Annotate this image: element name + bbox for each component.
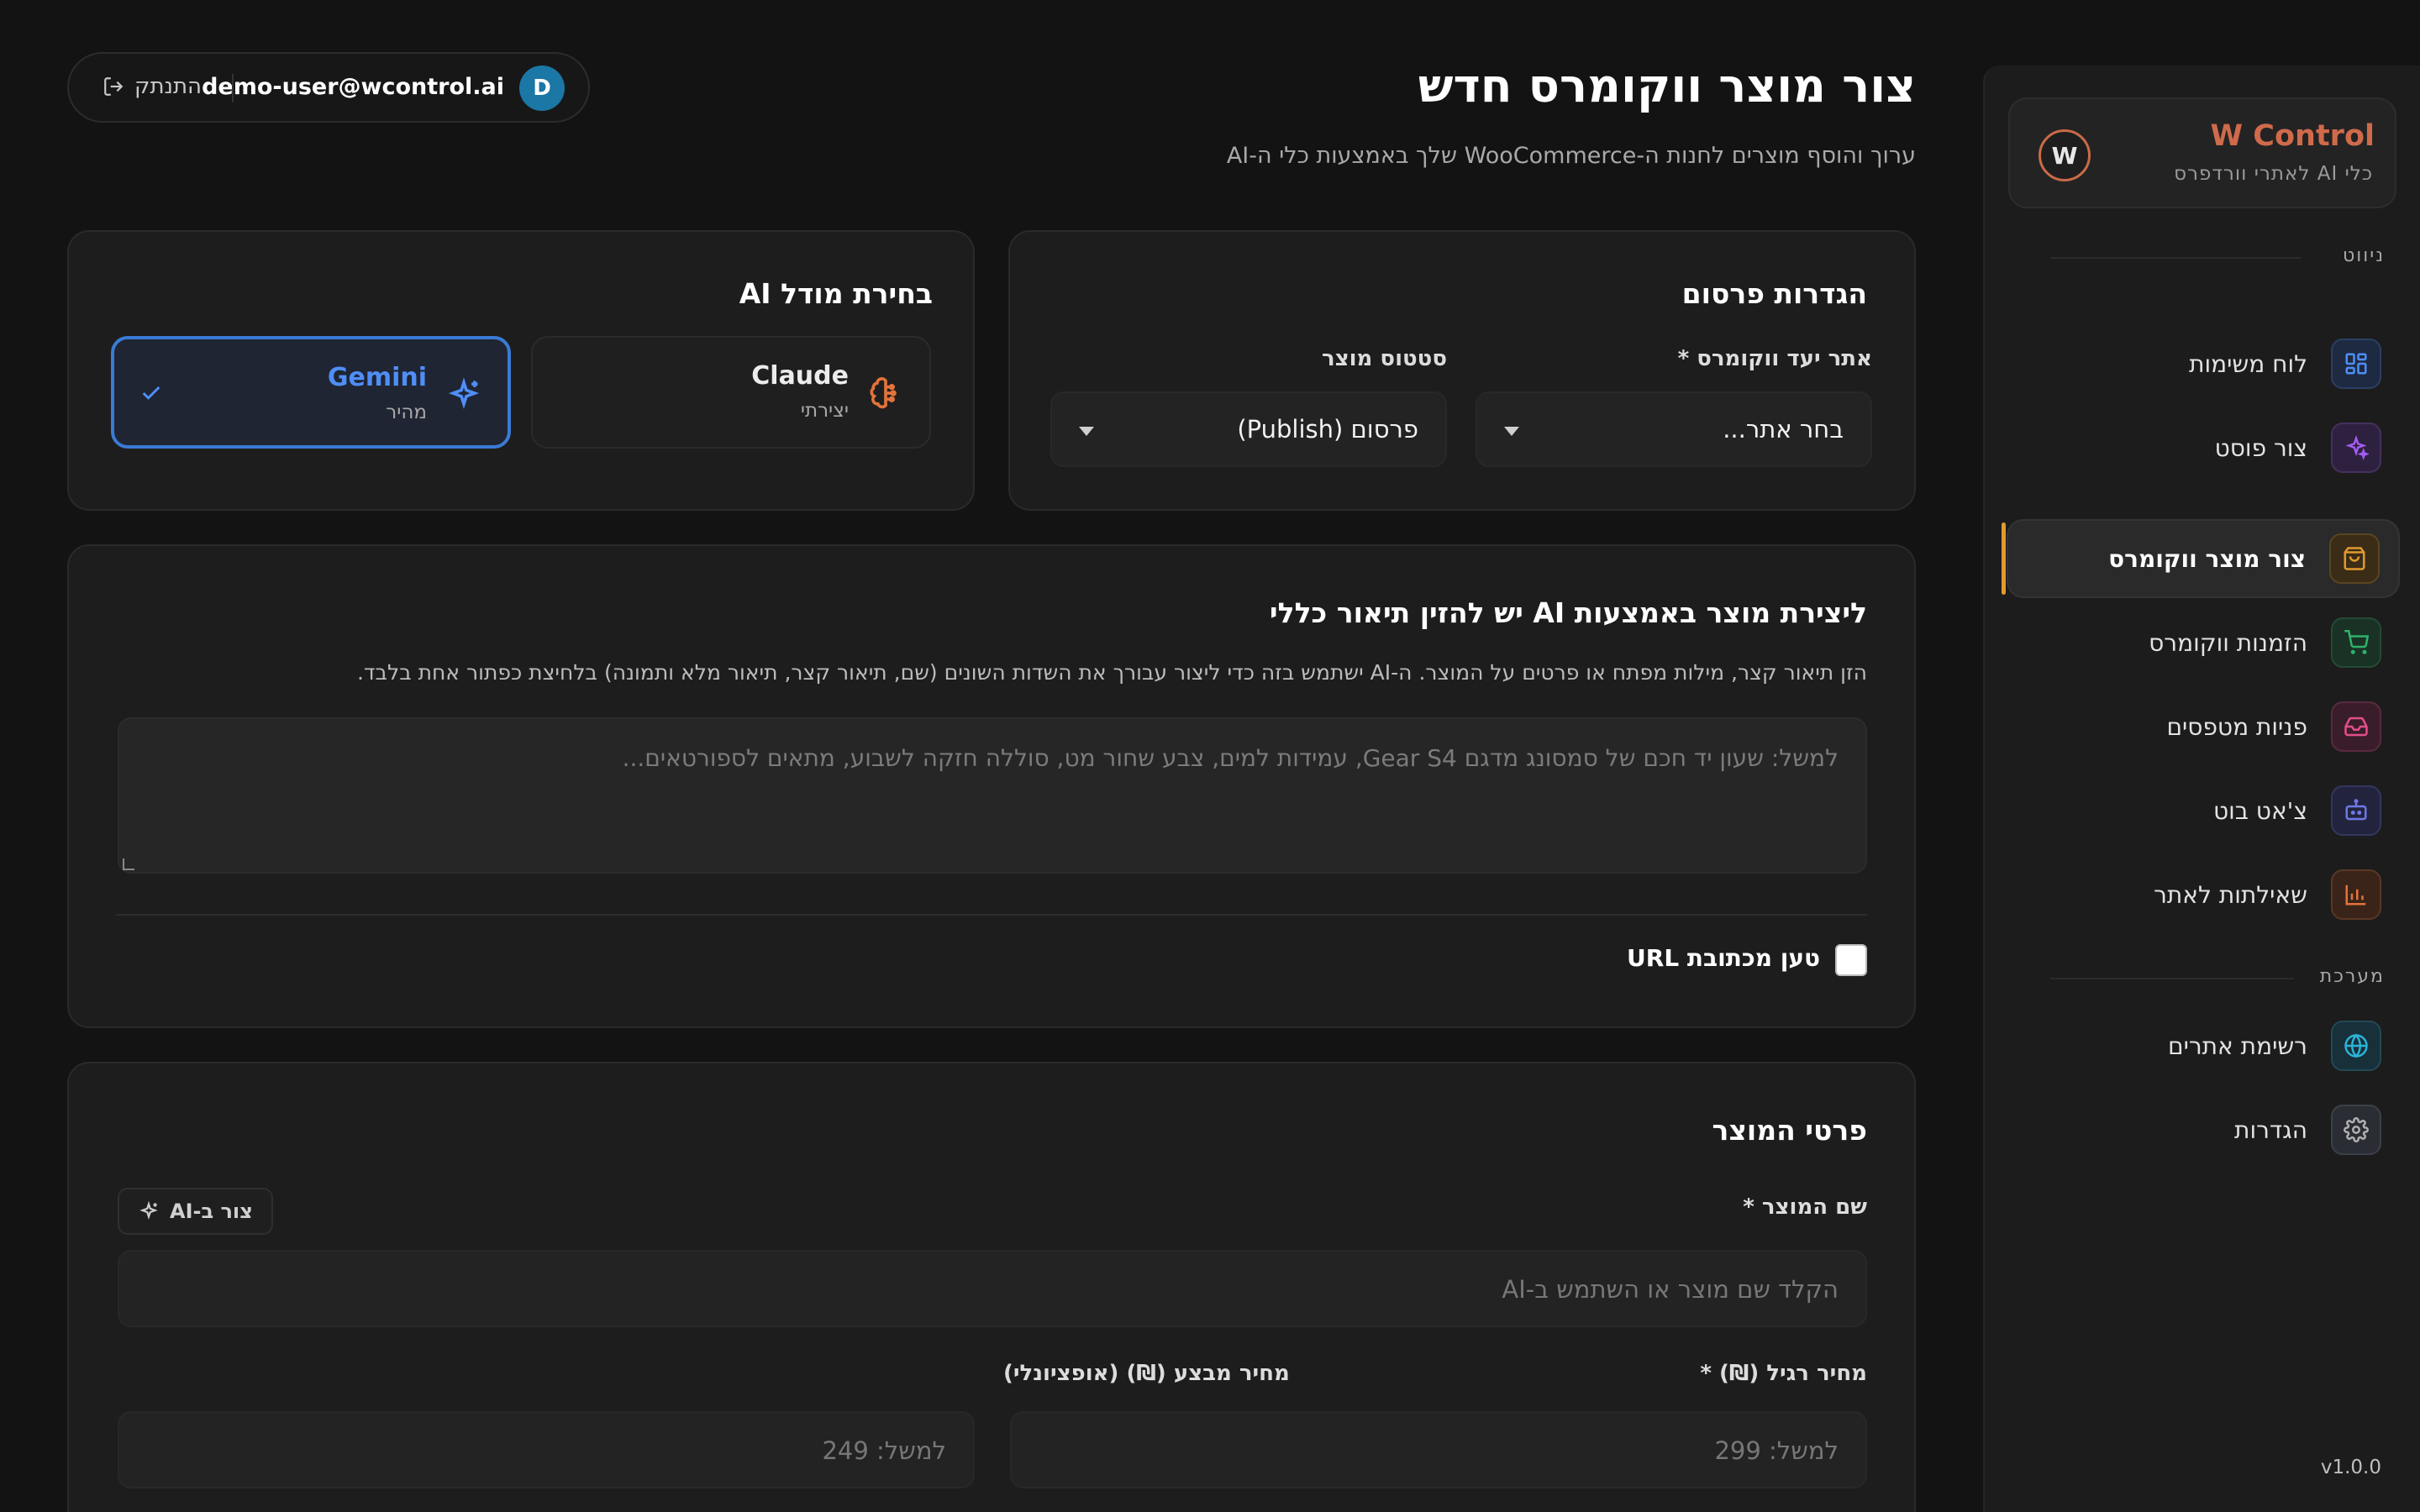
bot-icon [2331, 785, 2381, 836]
sidebar-item-label: צור פוסט [2214, 433, 2307, 462]
sparkles-icon [2331, 423, 2381, 473]
publish-settings-card: הגדרות פרסום אתר יעד ווקומרס * סטטוס מוצ… [1008, 230, 1916, 511]
bar-chart-icon [2331, 869, 2381, 920]
shopping-bag-icon [2329, 533, 2380, 584]
brand-card[interactable]: W Control כלי AI לאתרי וורדפרס W [2008, 97, 2396, 208]
section-label-nav: ניווט [2343, 245, 2385, 266]
sidebar-item-label: רשימת אתרים [2168, 1032, 2307, 1060]
brain-icon [870, 377, 897, 409]
logout-button[interactable]: התנתק [103, 74, 202, 99]
input-placeholder: הקלד שם מוצר או השתמש ב-AI [1502, 1275, 1839, 1304]
brand-subtitle: כלי AI לאתרי וורדפרס [2174, 163, 2373, 185]
sidebar-item-label: הגדרות [2234, 1116, 2307, 1144]
sidebar-item-label: פניות מטפסים [2166, 712, 2307, 741]
divider [232, 74, 234, 102]
model-option-claude[interactable]: Claude יצירתי [531, 336, 931, 449]
model-name: Gemini [327, 363, 427, 392]
load-from-url-label: טען מכתובת URL [1627, 944, 1820, 972]
sidebar-item-create-product[interactable]: צור מוצר ווקומרס [2002, 519, 2400, 598]
sidebar-item-sites[interactable]: רשימת אתרים [2007, 1006, 2400, 1085]
dashboard-icon [2331, 339, 2381, 389]
card-title: הגדרות פרסום [1681, 277, 1867, 310]
sidebar-item-label: שאילתות לאתר [2154, 880, 2307, 909]
sale-price-label-text: מחיר מבצע (₪) (אופציונלי) [1003, 1361, 1290, 1386]
avatar[interactable]: D [519, 66, 565, 111]
chevron-down-icon [1079, 427, 1094, 436]
sidebar-item-label: צור מוצר ווקומרס [2108, 544, 2306, 573]
card-title: פרטי המוצר [1712, 1114, 1867, 1147]
logout-label: התנתק [134, 74, 203, 99]
input-placeholder: למשל: 299 [1714, 1436, 1839, 1465]
user-email: demo-user@wcontrol.ai [202, 74, 504, 100]
globe-icon [2331, 1021, 2381, 1071]
ai-description-card: ליצירת מוצר באמצעות AI יש להזין תיאור כל… [67, 544, 1916, 1028]
brand-title: W Control [2210, 119, 2375, 153]
model-subtitle: יצירתי [800, 400, 849, 422]
product-name-input[interactable]: הקלד שם מוצר או השתמש ב-AI [118, 1250, 1867, 1327]
sale-price-input[interactable]: למשל: 249 [118, 1411, 975, 1488]
target-site-label: אתר יעד ווקומרס * [1677, 346, 1872, 371]
product-description-textarea[interactable]: למשל: שעון יד חכם של סמסונג מדגם Gear S4… [118, 717, 1867, 874]
generate-ai-label: צור ב-AI [170, 1200, 253, 1223]
input-placeholder: למשל: 249 [822, 1436, 946, 1465]
brand-logo: W [2039, 129, 2091, 181]
sidebar-item-label: לוח משימות [2189, 349, 2307, 378]
product-details-card: פרטי המוצר שם המוצר * צור ב-AI הקלד שם מ… [67, 1062, 1916, 1512]
model-option-gemini[interactable]: Gemini מהיר [111, 336, 511, 449]
gear-icon [2331, 1105, 2381, 1155]
textarea-placeholder: למשל: שעון יד חכם של סמסונג מדגם Gear S4… [622, 744, 1839, 772]
sale-price-label: מחיר מבצע (₪) (אופציונלי) [1003, 1361, 1290, 1386]
product-status-select[interactable]: פרסום (Publish) [1050, 391, 1447, 467]
product-name-label: שם המוצר * [1743, 1194, 1867, 1220]
load-from-url-checkbox[interactable] [1835, 944, 1867, 976]
page-title: צור מוצר ווקומרס חדש [1418, 59, 1916, 113]
regular-price-input[interactable]: למשל: 299 [1010, 1411, 1867, 1488]
version-label: v1.0.0 [2320, 1457, 2381, 1478]
help-text: הזן תיאור קצר, מילות מפתח או פרטים על המ… [356, 660, 1867, 685]
generate-ai-button[interactable]: צור ב-AI [118, 1188, 273, 1235]
product-status-label: סטטוס מוצר [1321, 346, 1447, 371]
section-label-system: מערכת [2319, 966, 2385, 987]
section-divider [2050, 257, 2301, 259]
cart-icon [2331, 617, 2381, 668]
brand-logo-letter: W [2051, 141, 2078, 170]
sidebar-item-chatbot[interactable]: צ'אט בוט [2007, 771, 2400, 850]
sidebar-item-dashboard[interactable]: לוח משימות [2007, 324, 2400, 403]
user-menu: D demo-user@wcontrol.ai התנתק [67, 52, 590, 123]
ai-model-card: בחירת מודל AI Claude יצירתי Gemini מהיר [67, 230, 975, 511]
sidebar-item-forms[interactable]: פניות מטפסים [2007, 687, 2400, 766]
divider [116, 914, 1867, 916]
inbox-icon [2331, 701, 2381, 752]
select-value: פרסום (Publish) [1237, 415, 1418, 444]
sidebar-item-label: הזמנות ווקומרס [2149, 628, 2307, 657]
sparkles-icon [448, 377, 480, 410]
card-title: ליצירת מוצר באמצעות AI יש להזין תיאור כל… [1269, 596, 1867, 629]
chevron-down-icon [1504, 427, 1519, 436]
sidebar-item-settings[interactable]: הגדרות [2007, 1090, 2400, 1169]
sidebar: W Control כלי AI לאתרי וורדפרס W ניווט ל… [1983, 66, 2420, 1512]
section-divider [2050, 978, 2294, 979]
page-subtitle: ערוך והוסף מוצרים לחנות ה-WooCommerce של… [1226, 143, 1916, 169]
sidebar-item-queries[interactable]: שאילתות לאתר [2007, 855, 2400, 934]
model-name: Claude [751, 361, 849, 391]
sidebar-item-orders[interactable]: הזמנות ווקומרס [2007, 603, 2400, 682]
sidebar-item-label: צ'אט בוט [2212, 796, 2307, 825]
model-subtitle: מהיר [386, 402, 427, 423]
logout-icon [104, 77, 124, 96]
sparkles-icon [139, 1200, 158, 1221]
sidebar-item-create-post[interactable]: צור פוסט [2007, 408, 2400, 487]
target-site-select[interactable]: בחר אתר... [1476, 391, 1872, 467]
avatar-initial: D [533, 76, 551, 101]
resize-handle[interactable] [123, 858, 134, 870]
select-value: בחר אתר... [1723, 415, 1844, 444]
regular-price-label: מחיר רגיל (₪) * [1700, 1361, 1867, 1386]
card-title: בחירת מודל AI [739, 277, 933, 310]
check-icon [142, 386, 160, 400]
